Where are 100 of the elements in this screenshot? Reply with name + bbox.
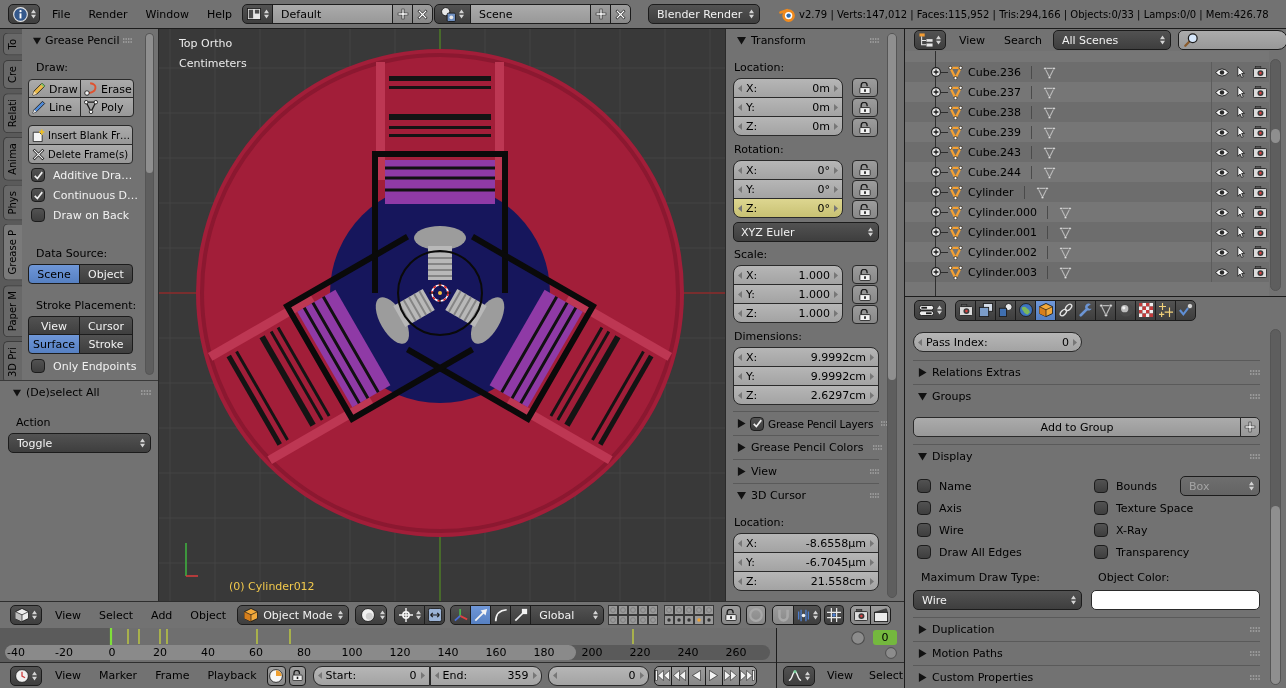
number-field[interactable]: Y: 0m — [733, 97, 843, 117]
editor-type-button[interactable] — [914, 30, 946, 50]
expand-icon[interactable] — [931, 147, 941, 157]
skip-end-button[interactable] — [738, 665, 757, 686]
outliner-row[interactable]: Cube.239 — [905, 122, 1269, 142]
render-animation-button[interactable] — [870, 605, 892, 625]
text-field[interactable]: Default — [272, 4, 394, 24]
pointer-icon[interactable] — [1237, 66, 1245, 78]
radio-button[interactable]: Cursor — [79, 316, 133, 336]
add-button[interactable] — [1240, 417, 1260, 437]
disclosure-triangle-icon[interactable] — [918, 625, 927, 634]
menu-item[interactable]: View — [959, 33, 986, 47]
number-field[interactable]: X: 1.000 — [733, 265, 843, 285]
outliner-row[interactable]: Cube.236 — [905, 62, 1269, 82]
checkbox[interactable] — [1094, 501, 1108, 515]
pointer-icon[interactable] — [1237, 126, 1245, 138]
radio-button[interactable]: Object — [79, 264, 133, 284]
add-to-group-button[interactable]: Add to Group — [913, 417, 1241, 437]
scrollbar-thumb[interactable] — [1271, 506, 1280, 684]
scrollbar[interactable] — [887, 33, 897, 598]
lock-button[interactable] — [852, 118, 878, 137]
disclosure-triangle-icon[interactable] — [918, 392, 927, 401]
outliner-row[interactable]: Cube.243 — [905, 142, 1269, 162]
shelf-tab[interactable]: Paper M — [3, 284, 22, 337]
expand-icon[interactable] — [931, 87, 941, 97]
number-field[interactable]: X: 0° — [733, 160, 843, 180]
expand-icon[interactable] — [931, 107, 941, 117]
expand-icon[interactable] — [931, 187, 941, 197]
start-frame-field[interactable]: Start: 0 — [312, 665, 430, 686]
layer-grid-icon[interactable] — [608, 605, 659, 625]
context-tab[interactable] — [1135, 299, 1156, 321]
lock-button[interactable] — [852, 98, 878, 117]
pointer-icon[interactable] — [1237, 146, 1245, 158]
menu-item[interactable]: Marker — [99, 669, 138, 682]
number-field[interactable]: Z: 0° — [733, 198, 843, 218]
disclosure-triangle-icon[interactable] — [918, 368, 927, 377]
end-frame-field[interactable]: End: 359 — [429, 665, 542, 686]
display-filter-dropdown[interactable]: All Scenes — [1052, 30, 1171, 50]
checkbox[interactable] — [750, 416, 764, 431]
camera-icon[interactable] — [1253, 86, 1267, 98]
pointer-icon[interactable] — [1237, 166, 1245, 178]
camera-icon[interactable] — [1253, 66, 1267, 78]
camera-icon[interactable] — [1253, 226, 1267, 238]
number-field[interactable]: Z: 0m — [733, 116, 843, 136]
timeline-scrollbar[interactable]: -40 -20 0 20 40 60 80 100 120 140 160 180 200 220 240 260 — [5, 645, 770, 660]
checkbox[interactable] — [1094, 545, 1108, 559]
lock-button[interactable] — [852, 265, 878, 284]
pointer-icon[interactable] — [1237, 226, 1245, 238]
number-field[interactable]: 0 — [873, 630, 897, 645]
skip-start-button[interactable] — [653, 665, 672, 686]
search-field[interactable] — [1177, 30, 1286, 50]
mode-dropdown[interactable]: Object Mode — [237, 605, 350, 625]
camera-icon[interactable] — [1253, 166, 1267, 178]
pointer-icon[interactable] — [1237, 86, 1245, 98]
lock-button[interactable] — [852, 200, 878, 219]
radio-button[interactable]: Scene — [28, 264, 80, 284]
eye-icon[interactable] — [1215, 207, 1229, 217]
disclosure-triangle-icon[interactable] — [918, 452, 927, 461]
pointer-icon[interactable] — [1237, 106, 1245, 118]
lock-button[interactable] — [852, 78, 878, 97]
outliner-row[interactable]: Cylinder.002 — [905, 242, 1269, 262]
camera-icon[interactable] — [1253, 146, 1267, 158]
camera-icon[interactable] — [1253, 246, 1267, 258]
draw-type-dropdown[interactable]: Wire — [913, 590, 1082, 610]
context-tab[interactable] — [1075, 299, 1096, 321]
layout-selector[interactable] — [242, 4, 274, 24]
eye-icon[interactable] — [1215, 87, 1229, 97]
editor-type-button[interactable] — [783, 665, 815, 686]
checkbox[interactable] — [917, 523, 931, 537]
disclosure-triangle-icon[interactable] — [737, 443, 746, 452]
frame-button[interactable]: Insert Blank Fr… — [28, 125, 133, 145]
snap-button[interactable] — [772, 605, 795, 625]
scrollbar[interactable] — [145, 33, 154, 375]
lock-button[interactable] — [288, 665, 306, 686]
outliner-row[interactable]: Cylinder.000 — [905, 202, 1269, 222]
tool-button[interactable]: Erase — [80, 79, 134, 99]
expand-icon[interactable] — [931, 247, 941, 257]
context-tab[interactable] — [1175, 299, 1196, 321]
snap-element-dropdown[interactable] — [793, 605, 822, 625]
render-still-button[interactable] — [850, 605, 872, 625]
menu-item[interactable]: Help — [206, 7, 233, 21]
next-keyframe-button[interactable] — [721, 665, 740, 686]
outliner-row[interactable]: Cube.244 — [905, 162, 1269, 182]
checkbox[interactable] — [31, 168, 45, 182]
number-field[interactable]: Y: -6.7045µm — [733, 552, 879, 572]
pointer-icon[interactable] — [1237, 186, 1245, 198]
eye-icon[interactable] — [1215, 167, 1229, 177]
camera-icon[interactable] — [1253, 186, 1267, 198]
camera-icon[interactable] — [1253, 266, 1267, 278]
previous-keyframe-button[interactable] — [670, 665, 689, 686]
context-tab[interactable] — [1015, 299, 1036, 321]
outliner-row[interactable]: Cylinder — [905, 182, 1269, 202]
outliner-row[interactable]: Cube.238 — [905, 102, 1269, 122]
editor-type-button[interactable] — [8, 4, 40, 24]
lock-button[interactable] — [852, 305, 878, 324]
rotation-mode-dropdown[interactable]: XYZ Euler — [733, 222, 879, 242]
checkbox[interactable] — [917, 479, 931, 493]
eye-icon[interactable] — [1215, 227, 1229, 237]
add-button[interactable] — [590, 4, 612, 24]
shelf-tab[interactable]: 3D Pri — [3, 340, 22, 380]
